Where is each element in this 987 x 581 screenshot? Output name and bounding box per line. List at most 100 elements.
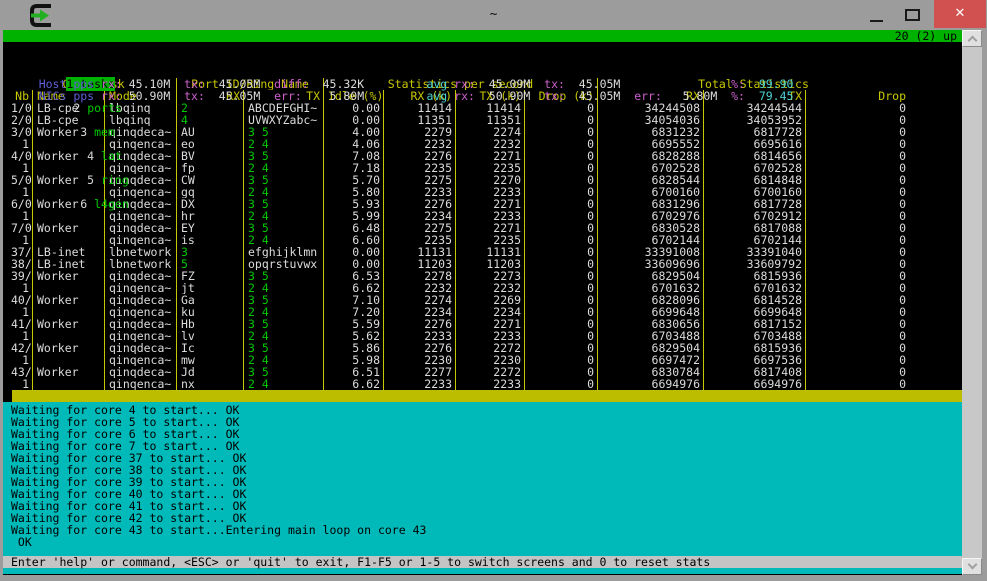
cell-nb: 37/0 bbox=[11, 246, 33, 258]
cell-idle: 5.86 bbox=[324, 342, 384, 354]
screen-tab[interactable]: 5 ring bbox=[66, 173, 128, 187]
cell-drop-total: 0 bbox=[806, 306, 909, 318]
cell-rx-k: 2279 bbox=[384, 126, 456, 138]
cell-drop-k: 0 bbox=[525, 330, 598, 342]
cell-rx-k: 11203 bbox=[384, 258, 456, 270]
cell-rx-k: 2234 bbox=[384, 306, 456, 318]
cell-tx-k: 11351 bbox=[456, 114, 525, 126]
maximize-icon bbox=[905, 9, 920, 21]
screen-tab[interactable]: 3 mem bbox=[66, 125, 115, 139]
cell-name: LB-inet bbox=[33, 258, 105, 270]
cell-nb: 38/0 bbox=[11, 258, 33, 270]
cell-idle: 6.62 bbox=[324, 378, 384, 390]
screen-tab[interactable]: 4 lat bbox=[66, 149, 121, 163]
scroll-down-button[interactable] bbox=[962, 558, 982, 575]
console-line: OK bbox=[11, 536, 962, 548]
cell-rx: 4 bbox=[177, 114, 244, 126]
cell-tx: UVWXYZabc~ bbox=[244, 114, 324, 126]
cell-rx: DX bbox=[177, 198, 244, 210]
chevron-down-icon bbox=[968, 560, 978, 570]
cell-mode: lbqinq bbox=[105, 114, 177, 126]
cell-mode: qinqdeca~ bbox=[105, 342, 177, 354]
cell-rx-k: 2233 bbox=[384, 378, 456, 390]
cell-rx-k: 2235 bbox=[384, 162, 456, 174]
tab-label: ring bbox=[101, 173, 129, 187]
cell-tx-total: 6817728 bbox=[704, 198, 806, 210]
cell-tx-total: 6814528 bbox=[704, 294, 806, 306]
cell-drop-k: 0 bbox=[525, 222, 598, 234]
cell-name: Worker bbox=[33, 294, 105, 306]
cell-tx-total: 6694976 bbox=[704, 378, 806, 390]
cell-tx-total: 6695616 bbox=[704, 138, 806, 150]
cell-tx-total: 6815936 bbox=[704, 270, 806, 282]
cell-tx: efghijklmn bbox=[244, 246, 324, 258]
tab-label: lat bbox=[101, 149, 122, 163]
cell-rx-k: 2274 bbox=[384, 294, 456, 306]
terminal-icon bbox=[28, 3, 55, 28]
cell-nb: 41/0 bbox=[11, 318, 33, 330]
cell-rx: Hb bbox=[177, 318, 244, 330]
cell-rx-k: 2275 bbox=[384, 222, 456, 234]
stat-segment: tx: bbox=[544, 89, 579, 103]
status-bar: Enter 'help' or command, <ESC> or 'quit'… bbox=[3, 556, 962, 568]
scrollbar[interactable] bbox=[962, 30, 982, 575]
cell-tx-total: 6703488 bbox=[704, 330, 806, 342]
cell-drop-k: 0 bbox=[525, 102, 598, 114]
window-titlebar[interactable]: ~ ✕ bbox=[0, 0, 987, 30]
cell-drop-total: 0 bbox=[806, 162, 909, 174]
cell-drop-k: 0 bbox=[525, 114, 598, 126]
screen-tab[interactable]: 2 ports bbox=[66, 101, 121, 115]
cell-tx-total: 6817728 bbox=[704, 126, 806, 138]
tab-label: ports bbox=[87, 101, 122, 115]
cell-nb: 39/0 bbox=[11, 270, 33, 282]
cell-drop-k: 0 bbox=[525, 306, 598, 318]
cell-rx-k: 2276 bbox=[384, 150, 456, 162]
table-row: 7/0 Worker qinqdeca~ EY 3 5 6.48 2275 22… bbox=[3, 222, 962, 234]
cell-tx-k: 2271 bbox=[456, 198, 525, 210]
cell-rx-total: 34244508 bbox=[598, 102, 704, 114]
table-row: 42/0 Worker qinqdeca~ Ic 3 5 5.86 2276 2… bbox=[3, 342, 962, 354]
minimize-button[interactable] bbox=[866, 1, 888, 28]
cell-drop-k: 0 bbox=[525, 210, 598, 222]
cell-name bbox=[33, 378, 105, 390]
cell-rx: gq bbox=[177, 186, 244, 198]
cell-nb: 1 bbox=[11, 354, 33, 366]
cell-drop-k: 0 bbox=[525, 354, 598, 366]
cell-rx-total: 6695552 bbox=[598, 138, 704, 150]
cell-tx: 2 4 bbox=[244, 330, 324, 342]
window-title: ~ bbox=[490, 7, 498, 22]
cell-idle: 6.51 bbox=[324, 366, 384, 378]
console-log: Waiting for core 4 to start... OKWaiting… bbox=[3, 402, 962, 556]
cell-drop-k: 0 bbox=[525, 246, 598, 258]
cell-mode: qinqenca~ bbox=[105, 354, 177, 366]
cell-tx-k: 2233 bbox=[456, 378, 525, 390]
stat-segment: rx: bbox=[101, 89, 129, 103]
stat-segment: 45.05M bbox=[579, 89, 634, 103]
cell-drop-total: 0 bbox=[806, 234, 909, 246]
cell-rx-k: 2232 bbox=[384, 282, 456, 294]
cell-rx: Ic bbox=[177, 342, 244, 354]
cell-rx-total: 34054036 bbox=[598, 114, 704, 126]
maximize-button[interactable] bbox=[902, 1, 924, 28]
scroll-up-button[interactable] bbox=[962, 30, 982, 47]
cell-rx-total: 6829504 bbox=[598, 342, 704, 354]
cell-name: Worker bbox=[33, 342, 105, 354]
stat-segment: err: bbox=[634, 89, 682, 103]
cell-name: Worker bbox=[33, 318, 105, 330]
cell-drop-total: 0 bbox=[806, 174, 909, 186]
cell-nb: 1 bbox=[11, 330, 33, 342]
screen-tab[interactable]: 6 l4gen bbox=[66, 197, 128, 211]
cell-rx-total: 6829504 bbox=[598, 270, 704, 282]
cell-drop-total: 0 bbox=[806, 318, 909, 330]
stat-segment: NICs pps bbox=[39, 89, 101, 103]
close-button[interactable]: ✕ bbox=[934, 0, 986, 28]
cell-rx-total: 6702528 bbox=[598, 162, 704, 174]
cell-rx-k: 11414 bbox=[384, 102, 456, 114]
cell-tx: 3 5 bbox=[244, 342, 324, 354]
stats-table-body: 1/0 LB-cpe lbqinq 2 ABCDEFGHI~ 0.00 1141… bbox=[3, 102, 962, 390]
cell-rx: ku bbox=[177, 306, 244, 318]
table-row: 4/0 Worker qinqdeca~ BV 3 5 7.08 2276 22… bbox=[3, 150, 962, 162]
cell-rx-total: 6830784 bbox=[598, 366, 704, 378]
cell-name bbox=[33, 330, 105, 342]
cell-tx-total: 6702912 bbox=[704, 210, 806, 222]
